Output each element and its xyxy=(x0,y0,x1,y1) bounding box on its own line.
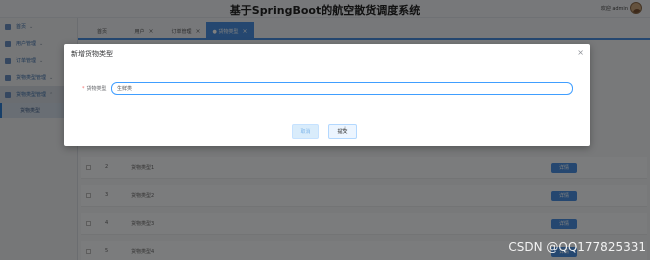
hand-cursor-icon: ☝ xyxy=(341,126,347,136)
cancel-button[interactable]: 取消 xyxy=(292,124,319,139)
required-mark: * xyxy=(82,86,85,92)
cargo-type-label-text: 货物类型 xyxy=(86,86,107,92)
watermark: CSDN @QQ177825331 xyxy=(508,240,646,254)
dialog-title: 新增货物类型 xyxy=(71,50,113,58)
cargo-type-label: * 货物类型 xyxy=(82,85,107,92)
cargo-type-input[interactable] xyxy=(111,82,573,95)
close-icon[interactable]: × xyxy=(577,48,584,57)
add-cargo-type-dialog: 新增货物类型 × *货物类型 取消 提交 ☝ xyxy=(64,44,590,146)
